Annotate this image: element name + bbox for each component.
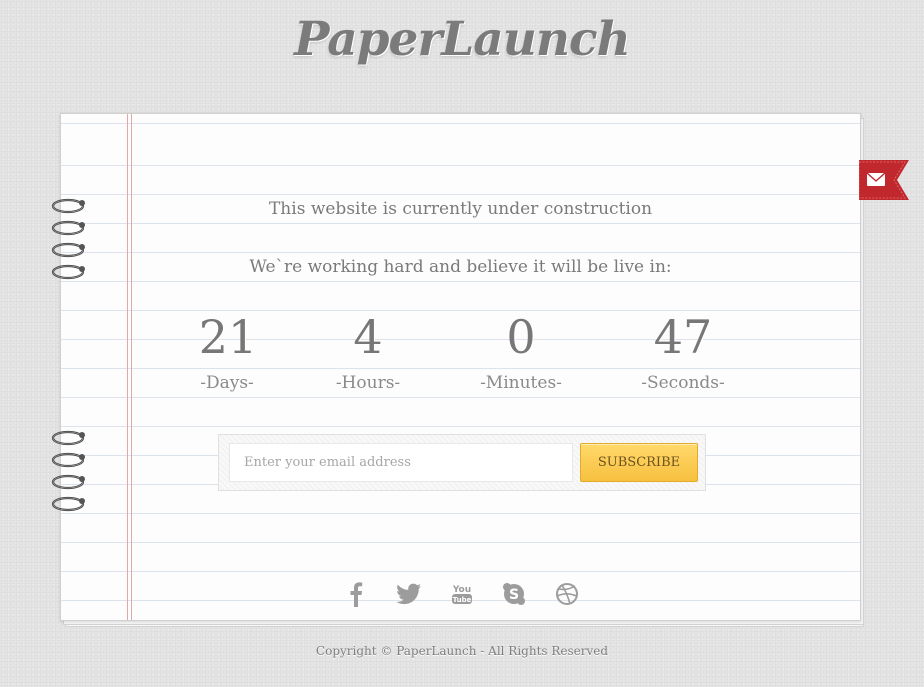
facebook-icon[interactable]	[342, 580, 370, 608]
countdown-minutes-label: -Minutes-	[480, 373, 562, 393]
countdown-minutes-value: 0	[506, 310, 536, 364]
dribbble-icon[interactable]	[553, 580, 581, 608]
countdown-days-value: 21	[198, 310, 258, 364]
margin-line	[127, 114, 128, 620]
spiral-ring-icon	[51, 220, 85, 236]
countdown-hours-value: 4	[353, 310, 383, 364]
skype-icon[interactable]: S	[500, 580, 528, 608]
twitter-icon[interactable]	[395, 580, 423, 608]
email-input[interactable]	[229, 443, 573, 482]
construction-notice: This website is currently under construc…	[268, 199, 653, 219]
youtube-logo-text: Tube	[453, 596, 472, 604]
countdown-intro: We`re working hard and believe it will b…	[249, 257, 672, 277]
youtube-logo-text: You	[452, 585, 471, 595]
contact-ribbon[interactable]	[859, 160, 909, 200]
notebook-page	[60, 113, 861, 621]
spiral-ring-icon	[51, 430, 85, 446]
subscribe-button[interactable]: SUBSCRIBE	[580, 443, 698, 482]
footer-copyright: Copyright © PaperLaunch - All Rights Res…	[315, 644, 609, 658]
brand-logo: PaperLaunch	[294, 12, 631, 67]
countdown-hours-label: -Hours-	[335, 373, 401, 393]
countdown-seconds-value: 47	[653, 310, 713, 364]
spiral-ring-icon	[51, 496, 85, 512]
countdown-seconds-label: -Seconds-	[641, 373, 725, 393]
spiral-ring-icon	[51, 452, 85, 468]
mail-icon	[866, 172, 886, 186]
svg-text:S: S	[509, 587, 519, 603]
youtube-icon[interactable]: You Tube	[448, 580, 476, 608]
countdown-days-label: -Days-	[200, 373, 254, 393]
margin-line	[131, 114, 132, 620]
spiral-ring-icon	[51, 474, 85, 490]
